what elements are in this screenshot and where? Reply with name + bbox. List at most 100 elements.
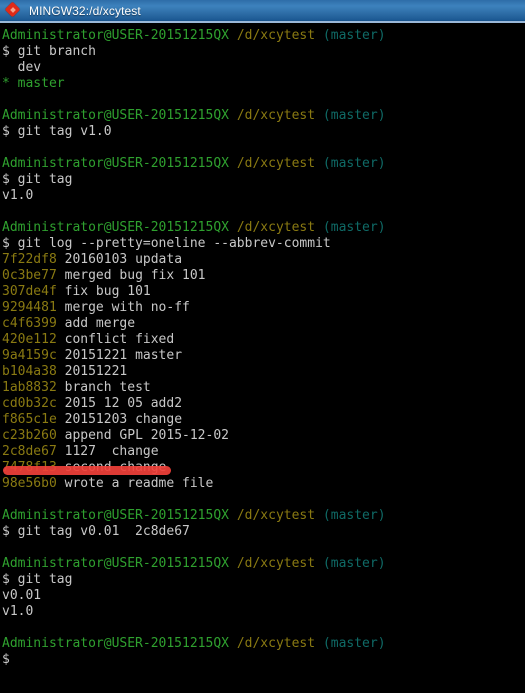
prompt-sigil: $ <box>2 124 18 139</box>
log-entry-line: 7f22df8 20160103 updata <box>2 252 525 268</box>
commit-message: 20151203 change <box>64 412 183 427</box>
window-titlebar[interactable]: MINGW32:/d/xcytest <box>0 0 525 23</box>
commit-message: conflict fixed <box>64 332 175 347</box>
prompt-path: /d/xcytest <box>236 556 316 571</box>
prompt-path: /d/xcytest <box>236 156 316 171</box>
commit-hash: cd0b32c <box>2 396 57 411</box>
terminal-lines: Administrator@USER-20151215QX /d/xcytest… <box>2 28 525 668</box>
commit-hash: f865c1e <box>2 412 57 427</box>
command-line[interactable]: $ git branch <box>2 44 525 60</box>
prompt-branch: (master) <box>322 108 386 123</box>
prompt-line: Administrator@USER-20151215QX /d/xcytest… <box>2 220 525 236</box>
prompt-user-host: Administrator@USER-20151215QX <box>2 156 229 171</box>
prompt-branch: (master) <box>322 28 386 43</box>
prompt-line: Administrator@USER-20151215QX /d/xcytest… <box>2 156 525 172</box>
log-entry-line: 307de4f fix bug 101 <box>2 284 525 300</box>
prompt-branch: (master) <box>322 508 386 523</box>
red-underline-annotation <box>3 466 171 475</box>
mingw-diamond-icon <box>4 1 22 19</box>
log-entry-line: 98e56b0 wrote a readme file <box>2 476 525 492</box>
log-entry-line: c4f6399 add merge <box>2 316 525 332</box>
prompt-user-host: Administrator@USER-20151215QX <box>2 508 229 523</box>
commit-hash: c4f6399 <box>2 316 57 331</box>
prompt-line: Administrator@USER-20151215QX /d/xcytest… <box>2 108 525 124</box>
prompt-user-host: Administrator@USER-20151215QX <box>2 220 229 235</box>
log-entry-line: 9a4159c 20151221 master <box>2 348 525 364</box>
prompt-branch: (master) <box>322 556 386 571</box>
commit-hash: 0c3be77 <box>2 268 57 283</box>
log-entry-line: cd0b32c 2015 12 05 add2 <box>2 396 525 412</box>
prompt-path: /d/xcytest <box>236 508 316 523</box>
prompt-branch: (master) <box>322 636 386 651</box>
command-text: git branch <box>17 44 96 59</box>
prompt-user-host: Administrator@USER-20151215QX <box>2 636 229 651</box>
commit-message: add merge <box>64 316 136 331</box>
prompt-line: Administrator@USER-20151215QX /d/xcytest… <box>2 556 525 572</box>
prompt-branch: (master) <box>322 220 386 235</box>
commit-hash: 7f22df8 <box>2 252 57 267</box>
prompt-path: /d/xcytest <box>236 28 316 43</box>
log-entry-line: 9294481 merge with no-ff <box>2 300 525 316</box>
command-text: git tag v0.01 2c8de67 <box>17 524 190 539</box>
mingw32-terminal-window: MINGW32:/d/xcytest Administrator@USER-20… <box>0 0 525 693</box>
commit-hash: 1ab8832 <box>2 380 57 395</box>
prompt-sigil: $ <box>2 172 18 187</box>
commit-hash: b104a38 <box>2 364 57 379</box>
command-text: git tag <box>17 572 73 587</box>
window-title: MINGW32:/d/xcytest <box>29 3 141 18</box>
command-line[interactable]: $ git tag v1.0 <box>2 124 525 140</box>
command-line[interactable]: $ <box>2 652 525 668</box>
commit-message: branch test <box>64 380 151 395</box>
prompt-line: Administrator@USER-20151215QX /d/xcytest… <box>2 28 525 44</box>
log-entry-line: 2c8de67 1127 change <box>2 444 525 460</box>
log-entry-line: f865c1e 20151203 change <box>2 412 525 428</box>
prompt-sigil: $ <box>2 572 18 587</box>
prompt-line: Administrator@USER-20151215QX /d/xcytest… <box>2 636 525 652</box>
log-entry-line: 1ab8832 branch test <box>2 380 525 396</box>
command-line[interactable]: $ git tag <box>2 172 525 188</box>
terminal-output-area[interactable]: Administrator@USER-20151215QX /d/xcytest… <box>0 24 525 693</box>
commit-message: merge with no-ff <box>64 300 190 315</box>
commit-message: 1127 change <box>64 444 159 459</box>
commit-message: merged bug fix 101 <box>64 268 206 283</box>
commit-message: append GPL 2015-12-02 <box>64 428 229 443</box>
commit-message: 20151221 master <box>64 348 183 363</box>
output-line: * master <box>2 76 65 91</box>
commit-hash: c23b260 <box>2 428 57 443</box>
commit-hash: 98e56b0 <box>2 476 57 491</box>
commit-hash: 9a4159c <box>2 348 57 363</box>
commit-message: fix bug 101 <box>64 284 151 299</box>
command-line[interactable]: $ git tag <box>2 572 525 588</box>
commit-message: 20151221 <box>64 364 128 379</box>
prompt-path: /d/xcytest <box>236 636 316 651</box>
prompt-sigil: $ <box>2 652 18 667</box>
output-line: v1.0 <box>2 604 34 619</box>
commit-message: 20160103 updata <box>64 252 183 267</box>
command-line[interactable]: $ git tag v0.01 2c8de67 <box>2 524 525 540</box>
commit-hash: 420e112 <box>2 332 57 347</box>
prompt-user-host: Administrator@USER-20151215QX <box>2 556 229 571</box>
prompt-user-host: Administrator@USER-20151215QX <box>2 28 229 43</box>
prompt-sigil: $ <box>2 236 18 251</box>
command-text: git tag v1.0 <box>17 124 112 139</box>
commit-message: wrote a readme file <box>64 476 214 491</box>
command-line[interactable]: $ git log --pretty=oneline --abbrev-comm… <box>2 236 525 252</box>
command-text: git tag <box>17 172 73 187</box>
commit-hash: 9294481 <box>2 300 57 315</box>
commit-hash: 2c8de67 <box>2 444 57 459</box>
command-text: git log --pretty=oneline --abbrev-commit <box>17 236 331 251</box>
prompt-sigil: $ <box>2 44 18 59</box>
log-entry-line: c23b260 append GPL 2015-12-02 <box>2 428 525 444</box>
prompt-path: /d/xcytest <box>236 108 316 123</box>
commit-message: 2015 12 05 add2 <box>64 396 183 411</box>
prompt-branch: (master) <box>322 156 386 171</box>
commit-hash: 307de4f <box>2 284 57 299</box>
log-entry-line: 0c3be77 merged bug fix 101 <box>2 268 525 284</box>
log-entry-line: b104a38 20151221 <box>2 364 525 380</box>
